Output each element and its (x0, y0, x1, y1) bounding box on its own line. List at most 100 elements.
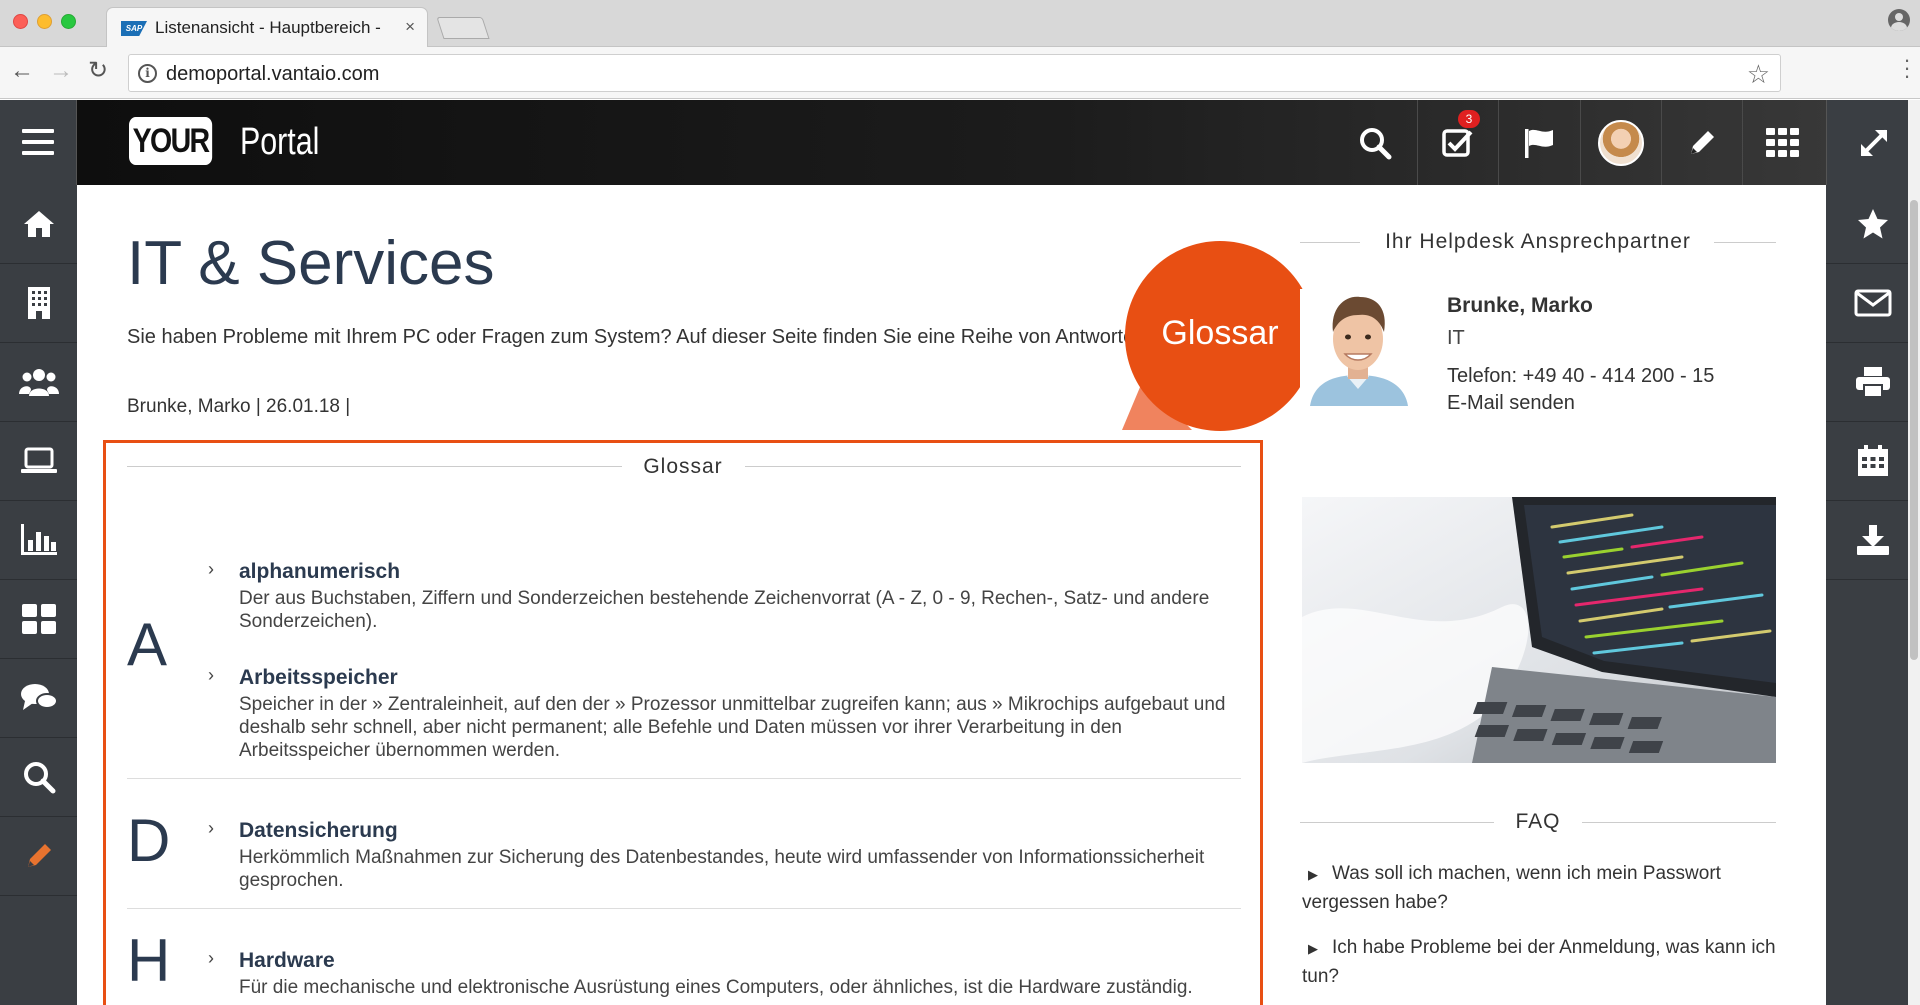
sidebar-item-search[interactable] (0, 738, 77, 817)
header-tasks-button[interactable]: 3 (1417, 100, 1497, 185)
header-avatar-button[interactable] (1580, 100, 1660, 185)
search-icon (23, 762, 55, 794)
calendar-button[interactable] (1826, 422, 1920, 501)
bookmark-star-icon[interactable]: ☆ (1747, 59, 1770, 90)
chevron-right-icon[interactable]: › (208, 665, 214, 686)
laptop-icon (20, 447, 57, 473)
address-bar[interactable]: i demoportal.vantaio.com ☆ (128, 54, 1781, 92)
glossar-description: Speicher in der » Zentraleinheit, auf de… (239, 694, 1226, 761)
users-icon (18, 369, 59, 396)
menu-icon (22, 129, 54, 155)
browser-tab[interactable]: SAP Listenansicht - Hauptbereich - × (106, 7, 428, 48)
glossar-description: Der aus Buchstaben, Ziffern und Sonderze… (239, 588, 1210, 632)
header-flag-button[interactable] (1498, 100, 1578, 185)
faq-item[interactable]: ▶ Ich habe Probleme bei der Anmeldung, wa… (1302, 934, 1776, 991)
chevron-right-icon[interactable]: › (208, 559, 214, 580)
tasks-icon (1441, 128, 1472, 157)
chart-icon (20, 524, 57, 555)
browser-tabbar: SAP Listenansicht - Hauptbereich - × (0, 0, 1920, 48)
faq-question[interactable]: Was soll ich machen, wenn ich mein Passw… (1302, 863, 1721, 913)
home-icon (23, 211, 54, 237)
header-edit-button[interactable] (1661, 100, 1741, 185)
reload-icon[interactable]: ↻ (88, 59, 108, 83)
glossar-letter-a: A (127, 611, 168, 678)
glossar-heading: Glossar (643, 455, 723, 478)
apps-grid-icon (1765, 127, 1799, 157)
contact-phone[interactable]: Telefon: +49 40 - 414 200 - 15 (1447, 365, 1714, 388)
page-title: IT & Services (127, 229, 495, 298)
sidebar-item-it[interactable] (0, 422, 77, 501)
print-button[interactable] (1826, 343, 1920, 422)
page-scrollbar[interactable] (1908, 100, 1920, 1005)
author-date-meta: Brunke, Marko | 26.01.18 | (127, 396, 351, 417)
chevron-right-icon[interactable]: › (208, 948, 214, 969)
logo-your: YOUR (129, 117, 213, 165)
avatar (1597, 119, 1644, 166)
tasks-badge: 3 (1458, 110, 1480, 128)
faq-question[interactable]: Ich habe Probleme bei der Anmeldung, was… (1302, 937, 1776, 987)
search-icon (1360, 127, 1392, 159)
glossar-letter-h: H (127, 927, 171, 994)
sidebar-item-chat[interactable] (0, 659, 77, 738)
glossar-term[interactable]: alphanumerisch (239, 560, 400, 584)
back-arrow-icon[interactable]: ← (10, 59, 34, 83)
glossar-term[interactable]: Arbeitsspeicher (239, 666, 398, 690)
sidebar-item-dashboard[interactable] (0, 580, 77, 659)
caret-right-icon: ▶ (1308, 867, 1318, 882)
sap-favicon-icon: SAP (121, 21, 147, 36)
download-icon (1857, 525, 1889, 555)
logo-portal: Portal (240, 121, 320, 163)
info-icon[interactable]: i (138, 64, 157, 83)
mail-button[interactable] (1826, 264, 1920, 343)
header-apps-button[interactable] (1742, 100, 1822, 185)
calendar-icon (1858, 445, 1888, 476)
sidebar-item-team[interactable] (0, 343, 77, 422)
right-sidebar (1826, 185, 1920, 1005)
chevron-right-icon[interactable]: › (208, 818, 214, 839)
contact-photo (1300, 289, 1417, 406)
sidebar-item-reports[interactable] (0, 501, 77, 580)
page-intro: Sie haben Probleme mit Ihrem PC oder Fra… (127, 326, 1151, 348)
download-button[interactable] (1826, 501, 1920, 580)
pencil-icon (1690, 130, 1714, 154)
maximize-window-button[interactable] (61, 14, 76, 29)
glossar-letter-d: D (127, 807, 171, 874)
glossar-description: Herkömmlich Maßnahmen zur Sicherung des … (239, 847, 1205, 891)
dashboard-icon (21, 604, 56, 634)
divider (127, 908, 1241, 909)
browser-menu-icon[interactable]: · · · (1902, 49, 1912, 87)
flag-icon (1524, 128, 1553, 158)
new-tab-button[interactable] (436, 17, 490, 39)
app-header: YOUR Portal 3 (0, 100, 1920, 185)
url-text[interactable]: demoportal.vantaio.com (166, 63, 379, 86)
minimize-window-button[interactable] (37, 14, 52, 29)
close-window-button[interactable] (13, 14, 28, 29)
sidebar-item-edit[interactable] (0, 817, 77, 896)
menu-button[interactable] (0, 100, 77, 185)
laptop-code-image (1302, 497, 1776, 763)
helpdesk-heading: Ihr Helpdesk Ansprechpartner (1385, 230, 1691, 253)
caret-right-icon: ▶ (1308, 941, 1318, 956)
expand-icon (1860, 129, 1887, 156)
glossar-term[interactable]: Datensicherung (239, 819, 398, 843)
browser-toolbar: ← → ↻ i demoportal.vantaio.com ☆ · · · (0, 47, 1920, 99)
tab-title: Listenansicht - Hauptbereich - (155, 18, 381, 37)
pencil-icon (27, 844, 51, 867)
print-icon (1856, 367, 1890, 398)
chat-icon (20, 684, 58, 710)
faq-item[interactable]: ▶ Was soll ich machen, wenn ich mein Pass… (1302, 860, 1776, 917)
browser-profile-icon[interactable] (1888, 9, 1910, 31)
sidebar-item-home[interactable] (0, 185, 77, 264)
forward-arrow-icon[interactable]: → (49, 59, 73, 83)
header-expand-button[interactable] (1826, 100, 1920, 185)
contact-email-link[interactable]: E-Mail senden (1447, 392, 1575, 415)
sidebar-item-company[interactable] (0, 264, 77, 343)
favorites-button[interactable] (1826, 185, 1920, 264)
glossar-badge-label[interactable]: Glossar (1125, 314, 1315, 353)
faq-heading: FAQ (1515, 810, 1561, 833)
scrollbar-thumb[interactable] (1910, 200, 1918, 660)
header-search-button[interactable] (1335, 100, 1415, 185)
glossar-term[interactable]: Hardware (239, 949, 335, 973)
left-sidebar (0, 185, 77, 1005)
tab-close-icon[interactable]: × (405, 17, 415, 37)
